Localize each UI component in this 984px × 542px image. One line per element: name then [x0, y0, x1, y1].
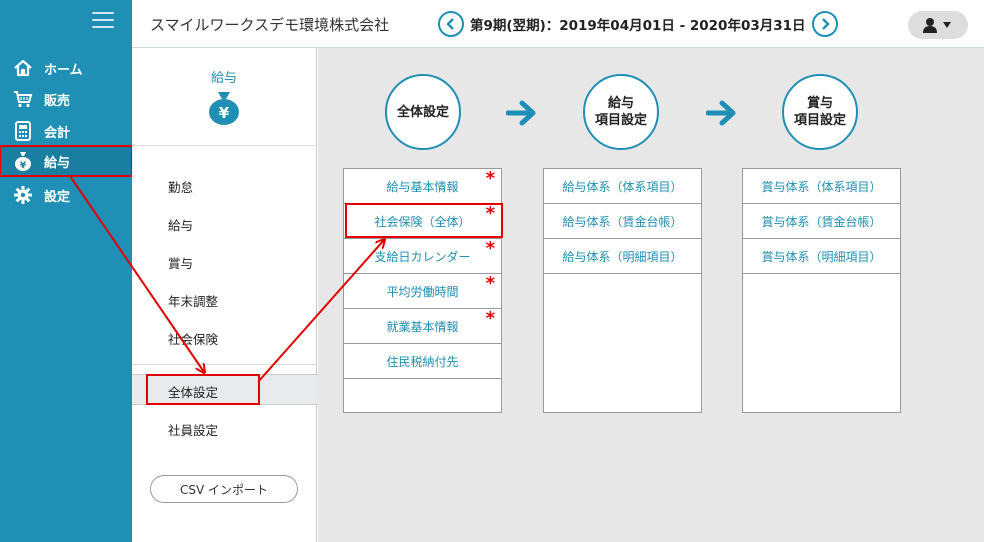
- payroll-subnav: 給与 ¥ 勤怠 給与 賞与 年末調整 社会保険 全体設定 社員設定 CSV イン…: [132, 48, 318, 542]
- sidebar-item-settings[interactable]: 設定: [0, 180, 132, 210]
- gear-icon: [12, 184, 34, 206]
- period-selector: 第9期(翌期)：2019年04月01日 - 2020年03月31日: [438, 11, 838, 37]
- prev-period-button[interactable]: [438, 11, 464, 37]
- sidebar-item-label: 設定: [44, 189, 71, 205]
- list-item-payday-calendar[interactable]: 支給日カレンダー *: [344, 238, 501, 274]
- subnav-item-employee-settings[interactable]: 社員設定: [168, 420, 218, 439]
- sidebar-item-home[interactable]: ホーム: [0, 53, 132, 83]
- list-item-resident-tax-payee[interactable]: 住民税納付先: [344, 344, 501, 379]
- step-general-settings[interactable]: 全体設定: [385, 74, 461, 150]
- money-bag-icon: ¥: [209, 92, 239, 125]
- list-item-bonus-system-details[interactable]: 賞与体系（明細項目）: [743, 239, 900, 274]
- salary-items-list: 給与体系（体系項目） 給与体系（賃金台帳） 給与体系（明細項目）: [543, 168, 702, 413]
- svg-text:¥: ¥: [219, 104, 230, 122]
- list-item-salary-system-ledger[interactable]: 給与体系（賃金台帳）: [544, 204, 701, 239]
- svg-text:¥: ¥: [20, 161, 27, 171]
- sidebar-item-label: 給与: [44, 155, 71, 171]
- sidebar-item-payroll[interactable]: ¥ 給与: [0, 145, 133, 177]
- company-name: スマイルワークスデモ環境株式会社: [150, 16, 390, 34]
- list-item-salary-system-details[interactable]: 給与体系（明細項目）: [544, 239, 701, 274]
- bonus-items-list: 賞与体系（体系項目） 賞与体系（賃金台帳） 賞与体系（明細項目）: [742, 168, 901, 413]
- subnav-item-bonus[interactable]: 賞与: [168, 253, 193, 272]
- subnav-item-year-end[interactable]: 年末調整: [168, 291, 218, 310]
- user-icon: [923, 18, 937, 33]
- sidebar: ホーム 販売 会計 ¥ 給与 設定: [0, 0, 133, 542]
- main-content: 全体設定 給与 項目設定 賞与 項目設定 給与基本情報 * 社会保険（全体） * 支…: [318, 48, 984, 542]
- cart-icon: [12, 88, 34, 110]
- home-icon: [12, 57, 34, 79]
- step-bonus-items[interactable]: 賞与 項目設定: [782, 74, 858, 150]
- subnav-title: 給与: [210, 71, 237, 86]
- header: スマイルワークスデモ環境株式会社 第9期(翌期)：2019年04月01日 - 2…: [132, 0, 984, 48]
- step-label-line1: 賞与: [806, 96, 833, 111]
- sidebar-item-label: 販売: [44, 93, 71, 109]
- csv-import-button[interactable]: CSV インポート: [150, 475, 298, 503]
- highlight-box-social-insurance: [345, 203, 503, 238]
- money-bag-icon: ¥: [12, 150, 34, 172]
- list-item-average-working-hours[interactable]: 平均労働時間 *: [344, 273, 501, 309]
- required-mark: *: [485, 238, 495, 259]
- arrow-right-icon: [506, 100, 536, 126]
- chevron-right-icon: [821, 18, 830, 30]
- list-item-bonus-system-ledger[interactable]: 賞与体系（賃金台帳）: [743, 204, 900, 239]
- calculator-icon: [12, 120, 34, 142]
- step-label: 全体設定: [396, 104, 449, 120]
- chevron-left-icon: [446, 18, 454, 30]
- step-label-line1: 給与: [607, 96, 634, 111]
- period-label: 第9期(翌期)：2019年04月01日 - 2020年03月31日: [470, 18, 806, 34]
- list-item-bonus-system-items[interactable]: 賞与体系（体系項目）: [743, 169, 900, 204]
- list-item-salary-system-items[interactable]: 給与体系（体系項目）: [544, 169, 701, 204]
- required-mark: *: [485, 168, 495, 189]
- subnav-divider: [132, 364, 316, 365]
- required-mark: *: [485, 308, 495, 329]
- highlight-box-general-settings: [146, 374, 260, 405]
- step-label-line2: 項目設定: [594, 113, 647, 128]
- arrow-right-icon: [706, 100, 736, 126]
- sidebar-item-accounting[interactable]: 会計: [0, 116, 132, 146]
- list-item-basic-salary-info[interactable]: 給与基本情報 *: [344, 168, 501, 204]
- sidebar-item-label: 会計: [44, 125, 71, 141]
- step-salary-items[interactable]: 給与 項目設定: [583, 74, 659, 150]
- subnav-item-attendance[interactable]: 勤怠: [168, 177, 193, 196]
- user-menu-button[interactable]: [908, 11, 968, 39]
- list-item-employment-basic-info[interactable]: 就業基本情報 *: [344, 308, 501, 344]
- required-mark: *: [485, 273, 495, 294]
- caret-down-icon: [943, 22, 951, 28]
- step-label-line2: 項目設定: [793, 113, 846, 128]
- sidebar-item-sales[interactable]: 販売: [0, 84, 132, 114]
- hamburger-menu-icon[interactable]: [92, 12, 114, 30]
- subnav-header: 給与 ¥: [132, 48, 316, 146]
- sidebar-item-label: ホーム: [44, 62, 83, 78]
- next-period-button[interactable]: [811, 11, 838, 37]
- subnav-item-social-insurance[interactable]: 社会保険: [168, 329, 218, 348]
- subnav-item-salary[interactable]: 給与: [168, 215, 193, 234]
